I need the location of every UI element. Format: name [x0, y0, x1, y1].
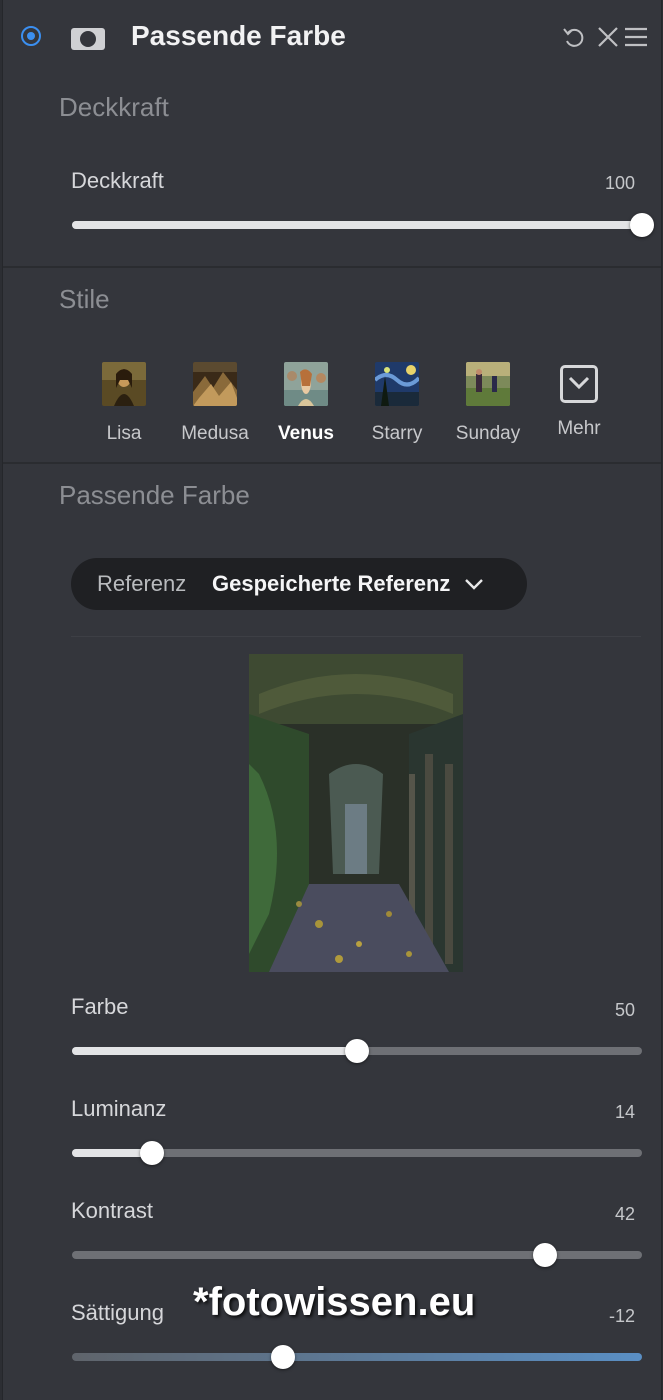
style-label: Sunday — [455, 423, 521, 444]
contrast-value[interactable]: 42 — [615, 1204, 635, 1225]
style-more[interactable]: Mehr — [534, 362, 624, 440]
close-icon[interactable] — [595, 24, 621, 50]
color-slider-fill — [72, 1047, 357, 1055]
luminance-label: Luminanz — [71, 1096, 167, 1121]
style-label: Starry — [371, 423, 423, 444]
more-styles-icon — [560, 365, 598, 403]
reset-icon[interactable] — [561, 24, 587, 50]
lisa-thumbnail — [102, 362, 146, 406]
contrast-slider-thumb[interactable] — [533, 1243, 558, 1267]
match-color-panel: Passende Farbe Deckkraft Deckkraft 100 S… — [2, 0, 662, 1400]
starry-thumbnail — [373, 362, 421, 406]
opacity-slider-thumb[interactable] — [630, 213, 654, 237]
reference-divider — [71, 636, 641, 637]
menu-icon[interactable] — [623, 24, 649, 50]
reference-image — [249, 654, 463, 972]
section-divider — [3, 266, 661, 268]
style-sunday[interactable]: Sunday — [443, 362, 533, 445]
reference-dropdown[interactable]: Referenz Gespeicherte Referenz — [71, 558, 527, 610]
luminance-slider-thumb[interactable] — [139, 1141, 164, 1165]
style-label: Venus — [278, 423, 334, 444]
opacity-value[interactable]: 100 — [605, 173, 635, 194]
style-label: Lisa — [106, 423, 142, 444]
panel-header: Passende Farbe — [3, 0, 661, 80]
watermark-text: *fotowissen.eu — [193, 1280, 476, 1324]
reference-value: Gespeicherte Referenz — [212, 571, 451, 596]
color-slider-thumb[interactable] — [345, 1039, 369, 1063]
styles-section-title[interactable]: Stile — [59, 284, 110, 315]
panel-title: Passende Farbe — [131, 20, 346, 51]
color-label: Farbe — [71, 994, 129, 1019]
venus-thumbnail — [284, 362, 328, 406]
style-label: Mehr — [557, 418, 601, 439]
opacity-slider[interactable] — [72, 213, 654, 237]
saturation-value[interactable]: -12 — [609, 1306, 635, 1327]
mask-icon[interactable] — [71, 28, 105, 50]
style-venus[interactable]: Venus — [261, 362, 351, 445]
color-slider[interactable] — [72, 1039, 642, 1063]
luminance-slider[interactable] — [72, 1141, 642, 1165]
chevron-down-icon — [568, 376, 590, 390]
opacity-label: Deckkraft — [71, 168, 164, 193]
color-value[interactable]: 50 — [615, 1000, 635, 1021]
section-divider — [3, 462, 661, 464]
luminance-value[interactable]: 14 — [615, 1102, 635, 1123]
match-section-title[interactable]: Passende Farbe — [59, 480, 250, 511]
opacity-slider-fill — [72, 221, 642, 229]
sunday-thumbnail — [466, 362, 510, 406]
saturation-slider[interactable] — [72, 1345, 642, 1369]
style-starry[interactable]: Starry — [352, 362, 442, 445]
opacity-section-title[interactable]: Deckkraft — [59, 92, 169, 123]
style-label: Medusa — [181, 423, 249, 444]
contrast-label: Kontrast — [71, 1198, 153, 1223]
saturation-label: Sättigung — [71, 1300, 164, 1325]
power-toggle-icon[interactable] — [21, 26, 41, 46]
medusa-thumbnail — [193, 362, 237, 406]
chevron-down-icon — [465, 579, 483, 590]
style-medusa[interactable]: Medusa — [170, 362, 260, 445]
style-lisa[interactable]: Lisa — [79, 362, 169, 445]
contrast-slider[interactable] — [72, 1243, 642, 1267]
saturation-slider-thumb[interactable] — [270, 1345, 295, 1369]
reference-label: Referenz — [97, 571, 187, 596]
